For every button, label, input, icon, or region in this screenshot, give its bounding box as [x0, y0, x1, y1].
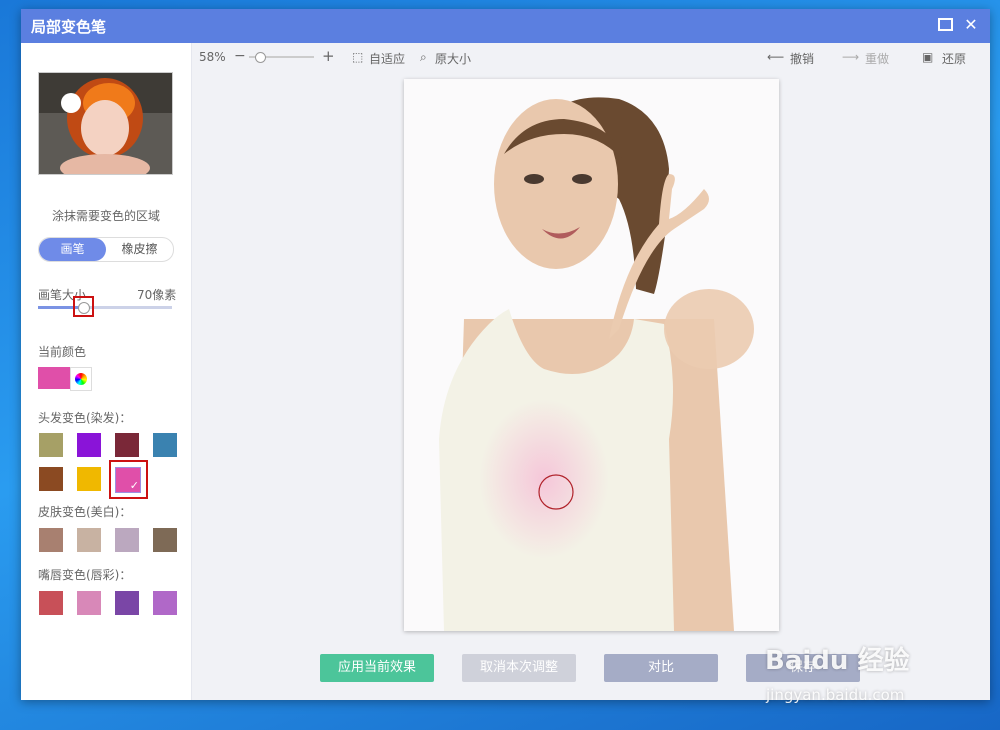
title-bar: 局部变色笔 ✕ — [21, 9, 990, 43]
skin-swatch[interactable] — [153, 528, 177, 552]
apply-button[interactable]: 应用当前效果 — [320, 654, 434, 682]
skin-swatch[interactable] — [77, 528, 101, 552]
hair-swatch[interactable] — [153, 433, 177, 457]
instruction-text: 涂抹需要变色的区域 — [51, 209, 160, 223]
cancel-button[interactable]: 取消本次调整 — [462, 654, 576, 682]
image-thumbnail — [38, 72, 173, 175]
app-window: 局部变色笔 ✕ 涂抹需要变色的区域 画笔 橡皮擦 画笔大小 70像素 当前颜色 … — [21, 9, 990, 700]
lip-swatch[interactable] — [39, 591, 63, 615]
hair-color-label: 头发变色(染发)： — [38, 411, 132, 425]
hair-swatch[interactable] — [39, 467, 63, 491]
redo-button[interactable]: 重做 — [865, 50, 889, 67]
eraser-tab[interactable]: 橡皮擦 — [106, 238, 173, 261]
lip-swatch[interactable] — [77, 591, 101, 615]
watermark-url: jingyan.baidu.com — [766, 686, 905, 704]
zoom-slider[interactable] — [249, 52, 314, 63]
skin-swatch[interactable] — [39, 528, 63, 552]
redo-icon: ⟶ — [842, 50, 860, 64]
hair-swatch[interactable] — [115, 433, 139, 457]
maximize-icon[interactable] — [935, 15, 955, 35]
zoom-level: 58% — [199, 50, 226, 64]
fit-icon: ⬚ — [352, 50, 364, 64]
brush-size-slider[interactable] — [38, 302, 172, 314]
undo-button[interactable]: 撤销 — [790, 50, 814, 67]
sidebar: 涂抹需要变色的区域 画笔 橡皮擦 画笔大小 70像素 当前颜色 头发变色(染发)… — [21, 43, 192, 700]
lip-color-label: 嘴唇变色(唇彩)： — [38, 568, 132, 582]
lip-swatch[interactable] — [115, 591, 139, 615]
photo-canvas[interactable] — [404, 79, 779, 631]
undo-icon: ⟵ — [767, 50, 785, 64]
compare-button[interactable]: 对比 — [604, 654, 718, 682]
zoom-handle[interactable] — [255, 52, 266, 63]
skin-color-label: 皮肤变色(美白)： — [38, 505, 132, 519]
brush-size-value: 70像素 — [137, 288, 177, 302]
lip-swatch[interactable] — [153, 591, 177, 615]
toolbar: 58% − + ⬚ 自适应 ⌕ 原大小 ⟵ 撤销 ⟶ 重做 ▣ 还原 — [192, 43, 990, 71]
color-wheel-icon[interactable] — [70, 367, 92, 391]
restore-button[interactable]: 还原 — [942, 50, 966, 67]
tool-toggle: 画笔 橡皮擦 — [38, 237, 174, 262]
close-icon[interactable]: ✕ — [961, 15, 981, 35]
restore-icon: ▣ — [922, 50, 934, 64]
fit-button[interactable]: 自适应 — [369, 50, 405, 67]
watermark-brand: Baidu 经验 — [765, 646, 910, 676]
current-color-label: 当前颜色 — [38, 345, 87, 359]
zoom-out-button[interactable]: − — [234, 48, 246, 64]
current-color-swatch — [38, 367, 70, 389]
zoom-in-button[interactable]: + — [322, 47, 335, 65]
highlight-box — [73, 296, 94, 317]
skin-swatch[interactable] — [115, 528, 139, 552]
main-area: 58% − + ⬚ 自适应 ⌕ 原大小 ⟵ 撤销 ⟶ 重做 ▣ 还原 应用当前效… — [192, 43, 990, 700]
zoom-icon: ⌕ — [420, 50, 427, 64]
hair-swatch[interactable] — [39, 433, 63, 457]
highlight-box — [109, 460, 148, 499]
hair-swatch[interactable] — [77, 433, 101, 457]
hair-swatch[interactable] — [77, 467, 101, 491]
window-title: 局部变色笔 — [31, 18, 107, 36]
brush-tab[interactable]: 画笔 — [39, 238, 106, 261]
original-size-button[interactable]: 原大小 — [435, 50, 471, 67]
